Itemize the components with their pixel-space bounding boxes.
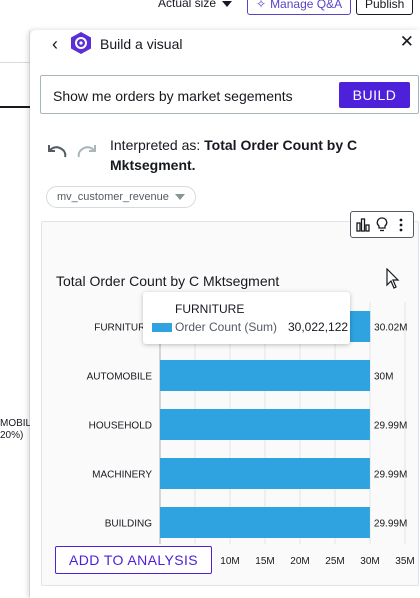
x-tick-label: 30M [360, 556, 379, 567]
lightbulb-icon[interactable] [374, 217, 390, 233]
bar [160, 458, 370, 489]
query-input[interactable] [53, 88, 333, 104]
x-tick-label: 20M [290, 556, 309, 567]
visual-card: Total Order Count by C Mktsegment 05M10M… [41, 221, 419, 586]
build-visual-panel: ‹ Build a visual ✕ BUILD Interpreted as:… [30, 30, 420, 598]
category-label: HOUSEHOLD [89, 421, 152, 432]
interpreted-prefix: Interpreted as: [110, 137, 205, 153]
tooltip-metric: Order Count (Sum) [175, 320, 278, 334]
mouse-cursor-icon [386, 268, 400, 289]
divider [0, 62, 30, 63]
tooltip-category: FURNITURE [175, 302, 245, 316]
query-box: BUILD [40, 75, 419, 114]
publish-label: Publish [365, 0, 405, 11]
add-to-analysis-button[interactable]: ADD TO ANALYSIS [55, 546, 212, 574]
zoom-label: Actual size [158, 0, 217, 10]
category-label: BUILDING [105, 519, 152, 530]
redo-icon[interactable] [76, 143, 98, 161]
more-options-icon[interactable] [393, 217, 409, 233]
data-label: 29.99M [374, 470, 407, 481]
q-logo-icon [71, 32, 91, 54]
background-analysis-area [0, 30, 30, 598]
divider [0, 106, 30, 108]
chart-tooltip: FURNITURE Order Count (Sum) 30,022,122 [143, 292, 350, 344]
bar [160, 360, 370, 391]
manage-qa-label: Manage Q&A [270, 0, 343, 11]
bar [160, 507, 370, 538]
data-label: 30.02M [374, 323, 407, 334]
panel-title: Build a visual [100, 36, 183, 52]
chevron-left-icon[interactable]: ‹ [52, 34, 58, 55]
tooltip-value: 30,022,122 [288, 320, 349, 334]
x-tick-label: 15M [255, 556, 274, 567]
category-label: MACHINERY [92, 470, 152, 481]
top-toolbar: Actual size ✧ Manage Q&A Publish [0, 0, 420, 15]
manage-qa-button[interactable]: ✧ Manage Q&A [247, 0, 352, 15]
dataset-dropdown[interactable]: mv_customer_revenue [46, 186, 196, 208]
publish-button[interactable]: Publish [356, 0, 414, 15]
visual-toolbar [350, 211, 414, 238]
build-button[interactable]: BUILD [339, 82, 410, 108]
background-chart-label: 20%) [0, 430, 24, 441]
interpretation-text: Interpreted as: Total Order Count by C M… [110, 135, 410, 175]
panel-header: ‹ Build a visual ✕ [30, 30, 420, 58]
dataset-label: mv_customer_revenue [57, 191, 169, 203]
zoom-dropdown[interactable]: Actual size [158, 0, 233, 10]
bar-chart: 05M10M15M20M25M30M35MFURNITURE30.02MAUTO… [87, 302, 415, 567]
chevron-down-icon [222, 1, 233, 7]
data-label: 29.99M [374, 519, 407, 530]
close-icon[interactable]: ✕ [400, 32, 414, 52]
tooltip-swatch [152, 323, 172, 332]
x-tick-label: 25M [325, 556, 344, 567]
category-label: AUTOMOBILE [87, 372, 153, 383]
data-label: 29.99M [374, 421, 407, 432]
chevron-down-icon [174, 194, 185, 200]
bar [160, 409, 370, 440]
data-label: 30M [374, 372, 393, 383]
sparkle-icon: ✧ [256, 0, 267, 11]
undo-icon[interactable] [46, 143, 68, 161]
x-tick-label: 35M [395, 556, 414, 567]
x-tick-label: 10M [220, 556, 239, 567]
bar-chart-icon[interactable] [355, 217, 371, 233]
